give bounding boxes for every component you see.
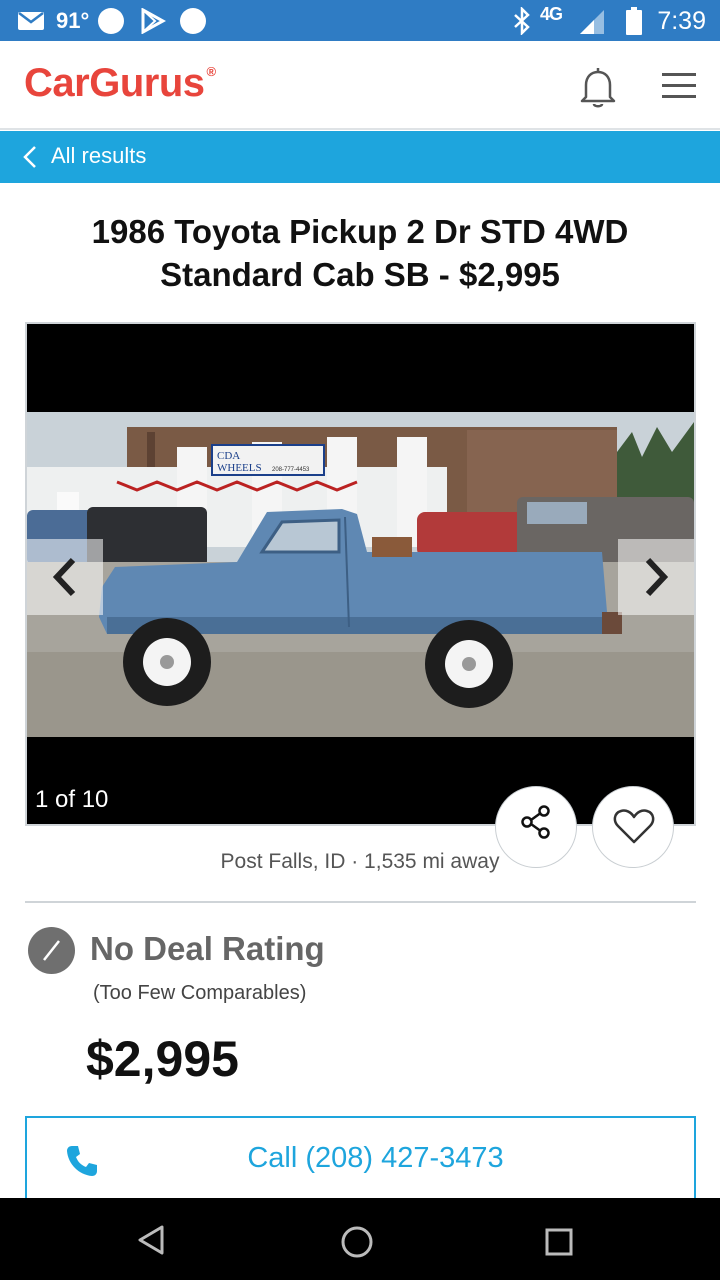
status-bar: 91° 4G 7:39 — [0, 0, 720, 41]
chevron-right-icon — [645, 557, 669, 597]
listing-location: Post Falls, ID · 1,535 mi away — [220, 850, 500, 873]
battery-icon — [626, 7, 642, 35]
sign-phone: 208-777-4453 — [272, 467, 310, 473]
bell-icon[interactable] — [578, 65, 618, 109]
signal-icon — [580, 10, 604, 34]
next-photo-button[interactable] — [618, 539, 694, 615]
call-label: Call (208) 427-3473 — [247, 1142, 504, 1174]
back-label: All results — [51, 143, 147, 168]
listing-price: $2,995 — [86, 1031, 239, 1087]
divider — [25, 901, 696, 903]
heart-icon — [613, 809, 655, 844]
back-triangle-icon[interactable] — [136, 1224, 166, 1256]
temperature: 91° — [56, 8, 90, 33]
system-navigation-bar — [0, 1198, 720, 1280]
all-results-link[interactable]: All results — [0, 131, 720, 183]
registered-mark: ® — [206, 64, 217, 79]
call-dealer-button[interactable]: Call (208) 427-3473 — [25, 1116, 696, 1206]
chevron-left-icon — [52, 557, 76, 597]
hamburger-menu-icon[interactable] — [660, 71, 700, 101]
clock: 7:39 — [657, 7, 706, 35]
cargurus-logo[interactable]: CarGurus ® — [24, 61, 216, 106]
truck-photo-illustration: CDA WHEELS 208-777-4453 — [27, 412, 694, 737]
mail-icon — [18, 12, 44, 30]
home-circle-icon[interactable] — [340, 1225, 374, 1259]
sign-text-1: CDA — [217, 450, 240, 462]
photo-gallery[interactable]: CDA WHEELS 208-777-4453 1 of 10 — [25, 322, 696, 826]
network-type: 4G — [540, 4, 563, 24]
no-deal-rating-icon — [28, 927, 75, 974]
listing-title: 1986 Toyota Pickup 2 Dr STD 4WD Standard… — [91, 213, 629, 293]
vehicle-photo[interactable]: CDA WHEELS 208-777-4453 — [27, 412, 694, 737]
recents-square-icon[interactable] — [545, 1228, 573, 1256]
share-icon — [521, 805, 550, 839]
circle-icon — [98, 8, 124, 34]
deal-rating-note: (Too Few Comparables) — [93, 982, 307, 1004]
previous-photo-button[interactable] — [27, 539, 103, 615]
logo-text: CarGurus — [24, 61, 205, 105]
bluetooth-icon — [514, 7, 530, 35]
circle-icon — [180, 8, 206, 34]
play-store-icon — [141, 8, 166, 34]
sign-text-2: WHEELS — [217, 462, 262, 474]
photo-counter: 1 of 10 — [27, 768, 125, 824]
app-header: CarGurus ® — [0, 41, 720, 130]
deal-rating: No Deal Rating — [90, 930, 325, 967]
chevron-left-icon — [23, 146, 36, 168]
